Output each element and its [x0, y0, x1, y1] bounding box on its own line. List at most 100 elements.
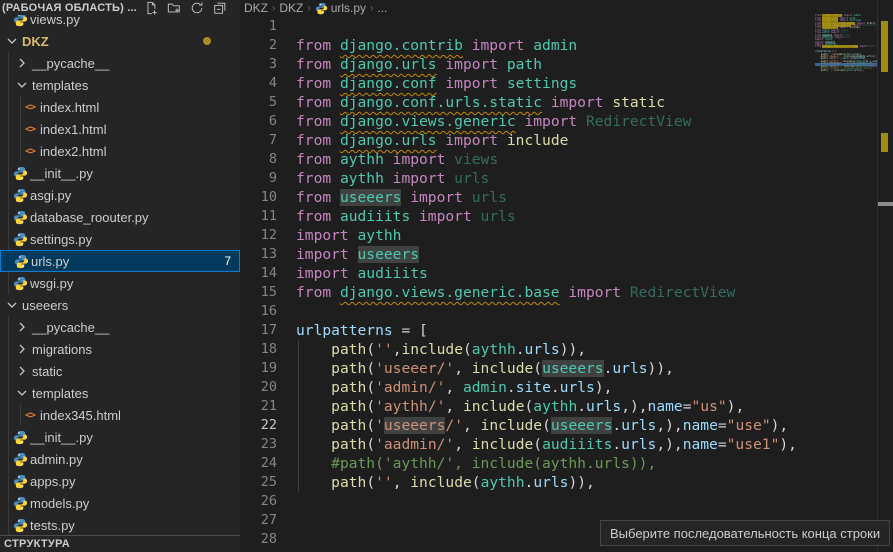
tree-item-asgi.py[interactable]: asgi.py [0, 184, 240, 206]
line-number[interactable]: 28 [240, 530, 277, 549]
code-line-12[interactable]: 12import aythh [240, 226, 893, 245]
line-number[interactable]: 23 [240, 435, 277, 454]
code-token: , [445, 398, 463, 415]
tree-item-index1.html[interactable]: <>index1.html [0, 118, 240, 140]
breadcrumb-folder[interactable]: DKZ [244, 1, 268, 15]
tree-item-index345.html[interactable]: <>index345.html [0, 404, 240, 426]
tree-item-useeers[interactable]: useeers [0, 294, 240, 316]
code-line-19[interactable]: 19 path('useeer/', include(useeers.urls)… [240, 359, 893, 378]
overview-ruler[interactable] [877, 0, 893, 552]
code-token: ), [771, 417, 789, 434]
line-number[interactable]: 27 [240, 511, 277, 530]
line-number[interactable]: 3 [240, 55, 277, 74]
tree-item-index2.html[interactable]: <>index2.html [0, 140, 240, 162]
line-number[interactable]: 24 [240, 454, 277, 473]
line-number[interactable]: 4 [240, 74, 277, 93]
tree-item-admin.py[interactable]: admin.py [0, 448, 240, 470]
line-number[interactable]: 18 [240, 340, 277, 359]
line-number[interactable]: 22 [240, 416, 277, 435]
code-line-26[interactable]: 26 [240, 492, 893, 511]
tree-item-settings.py[interactable]: settings.py [0, 228, 240, 250]
code-line-15[interactable]: 15from django.views.generic.base import … [240, 283, 893, 302]
code-line-9[interactable]: 9from aythh import urls [240, 169, 893, 188]
line-number[interactable]: 8 [240, 150, 277, 169]
breadcrumb-file[interactable]: urls.py [331, 1, 366, 15]
code-line-3[interactable]: 3from django.urls import path [240, 55, 893, 74]
code-area[interactable]: 12from django.contrib import admin3from … [240, 17, 893, 549]
tree-item-urls.py[interactable]: urls.py7 [0, 250, 240, 272]
code-line-22[interactable]: 22 path('useeers/', include(useeers.urls… [240, 416, 893, 435]
tree-item-database_roouter.py[interactable]: database_roouter.py [0, 206, 240, 228]
line-number[interactable]: 19 [240, 359, 277, 378]
line-number[interactable]: 2 [240, 36, 277, 55]
outline-section-header[interactable]: СТРУКТУРА [0, 535, 240, 552]
line-number[interactable]: 16 [240, 302, 277, 321]
minimap[interactable]: from django.contrib import adminfrom dja… [815, 13, 877, 133]
line-number[interactable]: 21 [240, 397, 277, 416]
code-line-18[interactable]: 18 path('',include(aythh.urls)), [240, 340, 893, 359]
line-number[interactable]: 10 [240, 188, 277, 207]
code-line-24[interactable]: 24 #path('aythh/', include(aythh.urls)), [240, 454, 893, 473]
code-line-6[interactable]: 6from django.views.generic import Redire… [240, 112, 893, 131]
line-number[interactable]: 13 [240, 245, 277, 264]
new-file-icon[interactable] [143, 0, 159, 16]
code-line-4[interactable]: 4from django.conf import settings [240, 74, 893, 93]
line-number[interactable]: 15 [240, 283, 277, 302]
line-number[interactable]: 17 [240, 321, 277, 340]
code-line-16[interactable]: 16 [240, 302, 893, 321]
tree-item-__init__.py[interactable]: __init__.py [0, 426, 240, 448]
refresh-icon[interactable] [189, 0, 205, 16]
tree-item-static[interactable]: static [0, 360, 240, 382]
code-line-13[interactable]: 13import useeers [240, 245, 893, 264]
tree-item-label: models.py [30, 496, 89, 511]
tree-item-wsgi.py[interactable]: wsgi.py [0, 272, 240, 294]
line-number[interactable]: 1 [240, 17, 277, 36]
code-line-2[interactable]: 2from django.contrib import admin [240, 36, 893, 55]
tree-item-tests.py[interactable]: tests.py [0, 514, 240, 536]
code-line-17[interactable]: 17urlpatterns = [ [240, 321, 893, 340]
tree-item-__pycache__[interactable]: __pycache__ [0, 316, 240, 338]
code-line-8[interactable]: 8from aythh import views [240, 150, 893, 169]
code-token: )), [860, 69, 864, 72]
collapse-all-icon[interactable] [212, 0, 228, 16]
code-line-14[interactable]: 14import audiiits [240, 264, 893, 283]
code-line-20[interactable]: 20 path('admin/', admin.site.urls), [240, 378, 893, 397]
line-number[interactable]: 14 [240, 264, 277, 283]
code-line-11[interactable]: 11from audiiits import urls [240, 207, 893, 226]
tree-item-apps.py[interactable]: apps.py [0, 470, 240, 492]
tree-item-models.py[interactable]: models.py [0, 492, 240, 514]
code-token: urls [845, 36, 851, 39]
line-number[interactable]: 20 [240, 378, 277, 397]
line-number[interactable]: 11 [240, 207, 277, 226]
line-number[interactable]: 5 [240, 93, 277, 112]
chevron-right-icon: › [369, 3, 374, 14]
line-number[interactable]: 7 [240, 131, 277, 150]
line-number[interactable]: 12 [240, 226, 277, 245]
code-line-10[interactable]: 10from useeers import urls [240, 188, 893, 207]
line-number[interactable]: 26 [240, 492, 277, 511]
code-line-21[interactable]: 21 path('aythh/', include(aythh.urls,),n… [240, 397, 893, 416]
code-token: django.urls [340, 56, 437, 73]
tree-item-templates[interactable]: templates [0, 74, 240, 96]
code-token: import [296, 265, 358, 282]
code-token: ( [366, 436, 375, 453]
breadcrumb-symbol[interactable]: ... [377, 1, 387, 15]
breadcrumb-folder[interactable]: DKZ [279, 1, 303, 15]
tree-item-templates[interactable]: templates [0, 382, 240, 404]
line-number[interactable]: 6 [240, 112, 277, 131]
new-folder-icon[interactable] [166, 0, 182, 16]
tree-item-__init__.py[interactable]: __init__.py [0, 162, 240, 184]
tree-item-migrations[interactable]: migrations [0, 338, 240, 360]
code-line-1[interactable]: 1 [240, 17, 893, 36]
tree-item-index.html[interactable]: <>index.html [0, 96, 240, 118]
tree-item-DKZ[interactable]: DKZ [0, 30, 240, 52]
breadcrumb[interactable]: DKZ › DKZ › urls.py › ... [244, 0, 387, 16]
code-line-5[interactable]: 5from django.conf.urls.static import sta… [240, 93, 893, 112]
line-number[interactable]: 9 [240, 169, 277, 188]
explorer-section-header[interactable]: (РАБОЧАЯ ОБЛАСТЬ) ... [0, 0, 240, 15]
code-line-7[interactable]: 7from django.urls import include [240, 131, 893, 150]
line-number[interactable]: 25 [240, 473, 277, 492]
tree-item-__pycache__[interactable]: __pycache__ [0, 52, 240, 74]
code-line-25[interactable]: 25 path('', include(aythh.urls)), [240, 473, 893, 492]
code-line-23[interactable]: 23 path('aadmin/', include(audiiits.urls… [240, 435, 893, 454]
